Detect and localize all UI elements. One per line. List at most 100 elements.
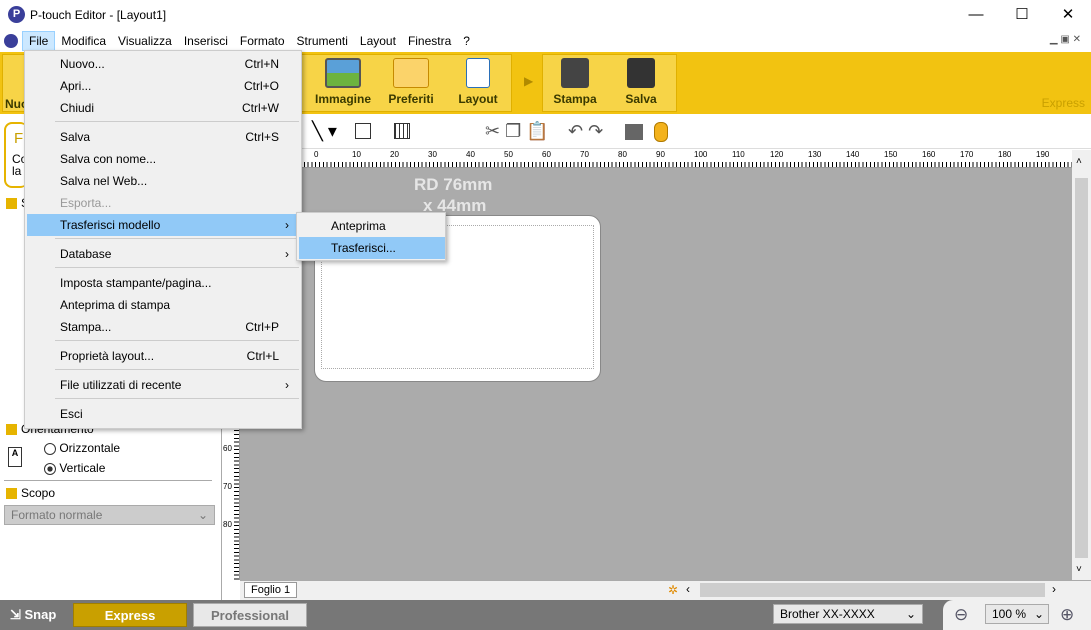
minimize-button[interactable]: —	[953, 0, 999, 30]
menu-item-label: Nuovo...	[60, 57, 105, 71]
scroll-right-button[interactable]: ›	[1052, 582, 1056, 596]
ruler-tick-label: 160	[922, 150, 936, 159]
radio-verticale[interactable]: Verticale	[44, 461, 105, 475]
menu-formato[interactable]: Formato	[234, 32, 291, 50]
menu-item-shortcut: Ctrl+W	[242, 101, 279, 115]
menu-visualizza[interactable]: Visualizza	[112, 32, 178, 50]
menu-item-label: Esporta...	[60, 196, 112, 210]
file-menu-item[interactable]: Salva Ctrl+S	[27, 126, 299, 148]
new-sheet-icon[interactable]: ✲	[668, 583, 678, 597]
printer-dropdown[interactable]: Brother XX-XXXX ⌄	[773, 604, 923, 624]
radio-orizzontale[interactable]: Orizzontale	[44, 441, 120, 455]
table-tool-icon[interactable]	[394, 123, 410, 139]
submenu-item-anteprima[interactable]: Anteprima	[299, 215, 445, 237]
ruler-tick-label: 190	[1036, 150, 1050, 159]
menu-item-shortcut: Ctrl+P	[245, 320, 279, 334]
menu-file[interactable]: File	[22, 30, 56, 51]
chevron-right-icon: ›	[285, 218, 289, 232]
file-menu-item[interactable]: Salva nel Web...	[27, 170, 299, 192]
mdi-controls[interactable]: ▁ ▣ ✕	[1050, 34, 1081, 45]
ruler-tick-label: 20	[390, 150, 399, 159]
menu-separator	[55, 369, 299, 370]
horizontal-ruler: 0 10 20 30 40 50 60 70 80 90 100 110 120 130 140 150 160…	[300, 150, 1072, 168]
vertical-scrollbar[interactable]: ˄ ˅	[1072, 150, 1091, 580]
ruler-tick-label: 170	[960, 150, 974, 159]
menu-inserisci[interactable]: Inserisci	[178, 32, 234, 50]
menu-strumenti[interactable]: Strumenti	[291, 32, 354, 50]
file-menu-item[interactable]: Chiudi Ctrl+W	[27, 97, 299, 119]
sheet-tab[interactable]: Foglio 1	[244, 582, 298, 598]
menu-layout[interactable]: Layout	[354, 32, 402, 50]
snap-button[interactable]: ⇲ Snap	[10, 607, 56, 623]
express-mode-button[interactable]: Express	[73, 603, 187, 627]
zoom-dropdown[interactable]: 100 % ⌄	[985, 604, 1049, 624]
file-menu-item: Esporta...	[27, 192, 299, 214]
menu-item-label: Apri...	[60, 79, 92, 93]
menu-modifica[interactable]: Modifica	[55, 32, 112, 50]
file-menu: Nuovo... Ctrl+N Apri... Ctrl+O Chiudi Ctrl+W S…	[24, 50, 302, 429]
favorites-button[interactable]: Preferiti	[380, 52, 442, 110]
ruler-tick-label: 80	[618, 150, 627, 159]
file-menu-item[interactable]: Esci	[27, 403, 299, 425]
rectangle-tool-icon[interactable]	[355, 123, 371, 139]
sheet-tabs-bar: Foglio 1 ✲ ‹ ›	[240, 580, 1091, 600]
doc-icon[interactable]	[4, 33, 18, 48]
menu-item-label: Proprietà layout...	[60, 349, 155, 363]
menu-bar: File Modifica Visualizza Inserisci Forma…	[0, 30, 1091, 51]
file-menu-item[interactable]: Imposta stampante/pagina...	[27, 272, 299, 294]
expand-arrow-icon[interactable]: ▶	[524, 74, 533, 88]
align-icon[interactable]	[625, 124, 643, 140]
ruler-tick-label: 100	[694, 150, 708, 159]
horizontal-scrollbar[interactable]	[700, 583, 1045, 597]
ruler-tick-label: 140	[846, 150, 860, 159]
maximize-button[interactable]: ☐	[999, 0, 1045, 30]
menu-separator	[55, 121, 299, 122]
submenu-item-trasferisci[interactable]: Trasferisci...	[299, 237, 445, 259]
toolbar: ╲ ▾ ✂ ❐ 📋 ↶ ↷	[300, 117, 1091, 149]
menu-finestra[interactable]: Finestra	[402, 32, 457, 50]
file-menu-item[interactable]: Anteprima di stampa	[27, 294, 299, 316]
ruler-tick-label: 130	[808, 150, 822, 159]
line-tool-icon[interactable]: ╲ ▾	[312, 121, 337, 142]
close-button[interactable]: ✕	[1045, 0, 1091, 30]
save-button[interactable]: Salva	[612, 52, 670, 110]
menu-item-label: Salva nel Web...	[60, 174, 148, 188]
menu-item-label: Esci	[60, 407, 83, 421]
file-menu-item[interactable]: Nuovo... Ctrl+N	[27, 53, 299, 75]
print-button[interactable]: Stampa	[546, 52, 604, 110]
file-menu-item[interactable]: Database ›	[27, 243, 299, 265]
mode-label: Express	[1041, 96, 1085, 110]
file-menu-item[interactable]: File utilizzati di recente ›	[27, 374, 299, 396]
image-button[interactable]: Immagine	[310, 52, 376, 110]
ruler-tick-label: 60	[542, 150, 551, 159]
media-size-line1: RD 76mm	[414, 175, 493, 194]
undo-redo-icons[interactable]: ↶ ↷	[568, 121, 603, 142]
printer-icon	[561, 58, 589, 88]
file-menu-item[interactable]: Trasferisci modello ›	[27, 214, 299, 236]
ruler-tick-label: 70	[580, 150, 589, 159]
menu-item-label: Stampa...	[60, 320, 112, 334]
title-bar: P P-touch Editor - [Layout1] — ☐ ✕	[0, 0, 1091, 30]
menu-item-label: Anteprima di stampa	[60, 298, 171, 312]
menu-separator	[55, 340, 299, 341]
zoom-out-button[interactable]: ⊖	[954, 605, 968, 625]
app-logo-icon: P	[8, 6, 25, 23]
zoom-in-button[interactable]: ⊕	[1060, 605, 1074, 625]
trasferisci-modello-submenu: Anteprima Trasferisci...	[296, 212, 446, 261]
ruler-tick-label: 120	[770, 150, 784, 159]
menu-item-shortcut: Ctrl+O	[243, 79, 279, 93]
menu-help[interactable]: ?	[457, 32, 476, 50]
professional-mode-button[interactable]: Professional	[193, 603, 307, 627]
menu-item-shortcut: Ctrl+S	[245, 130, 279, 144]
layout-button[interactable]: Layout	[452, 52, 504, 110]
scope-dropdown[interactable]: Formato normale ⌄	[4, 505, 215, 525]
file-menu-item[interactable]: Proprietà layout... Ctrl+L	[27, 345, 299, 367]
cut-copy-paste-icons[interactable]: ✂ ❐ 📋	[485, 121, 549, 142]
database-icon[interactable]	[654, 122, 668, 142]
file-menu-item[interactable]: Apri... Ctrl+O	[27, 75, 299, 97]
file-menu-item[interactable]: Stampa... Ctrl+P	[27, 316, 299, 338]
file-menu-item[interactable]: Salva con nome...	[27, 148, 299, 170]
ruler-tick-label: 0	[314, 150, 319, 159]
scroll-left-button[interactable]: ‹	[686, 582, 690, 596]
chevron-right-icon: ›	[285, 378, 289, 392]
